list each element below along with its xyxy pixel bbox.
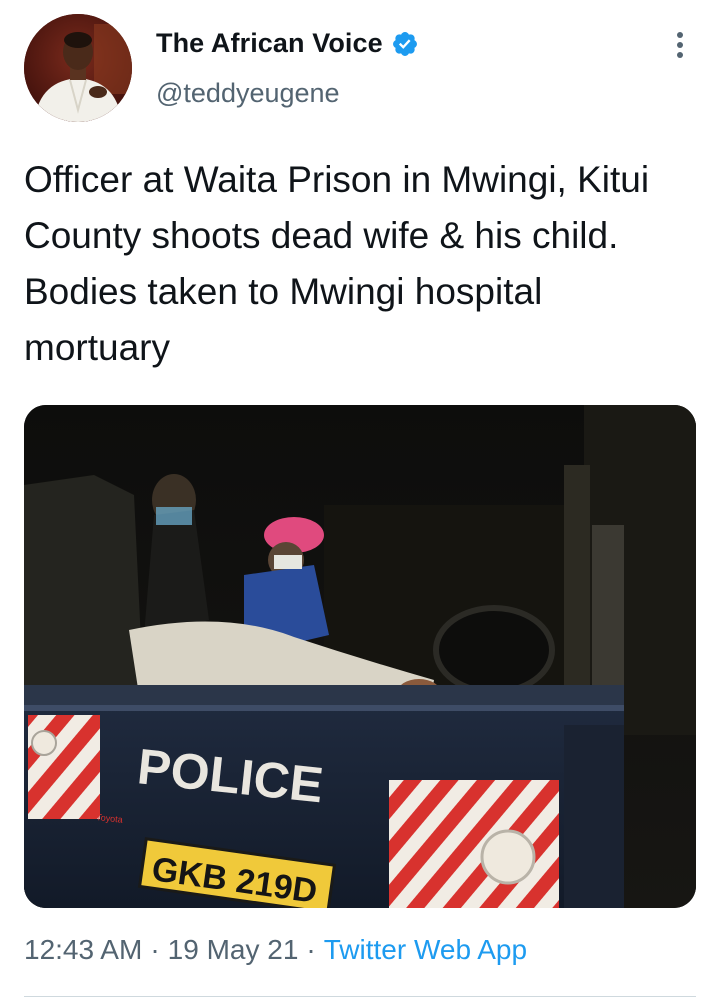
tweet-card: The African Voice @teddyeugene Officer a…	[0, 0, 720, 1001]
avatar-image	[24, 14, 132, 122]
more-vertical-icon[interactable]	[668, 30, 692, 60]
police-truck-photo: POLICE Toyota GKB 219D	[24, 405, 696, 908]
tweet-date[interactable]: 19 May 21	[168, 934, 299, 966]
tweet-photo[interactable]: POLICE Toyota GKB 219D	[24, 405, 696, 908]
author-name-row[interactable]: The African Voice	[156, 28, 419, 59]
meta-separator: ·	[150, 934, 160, 965]
author-display-name[interactable]: The African Voice	[156, 28, 383, 59]
meta-separator: ·	[306, 934, 316, 965]
author-handle[interactable]: @teddyeugene	[156, 78, 340, 109]
divider	[24, 996, 696, 997]
avatar[interactable]	[24, 14, 132, 122]
verified-badge-icon	[391, 30, 419, 58]
tweet-text: Officer at Waita Prison in Mwingi, Kitui…	[24, 159, 650, 368]
tweet-source-link[interactable]: Twitter Web App	[324, 934, 527, 966]
tweet-meta: 12:43 AM · 19 May 21 · Twitter Web App	[24, 934, 527, 966]
tweet-time[interactable]: 12:43 AM	[24, 934, 142, 966]
